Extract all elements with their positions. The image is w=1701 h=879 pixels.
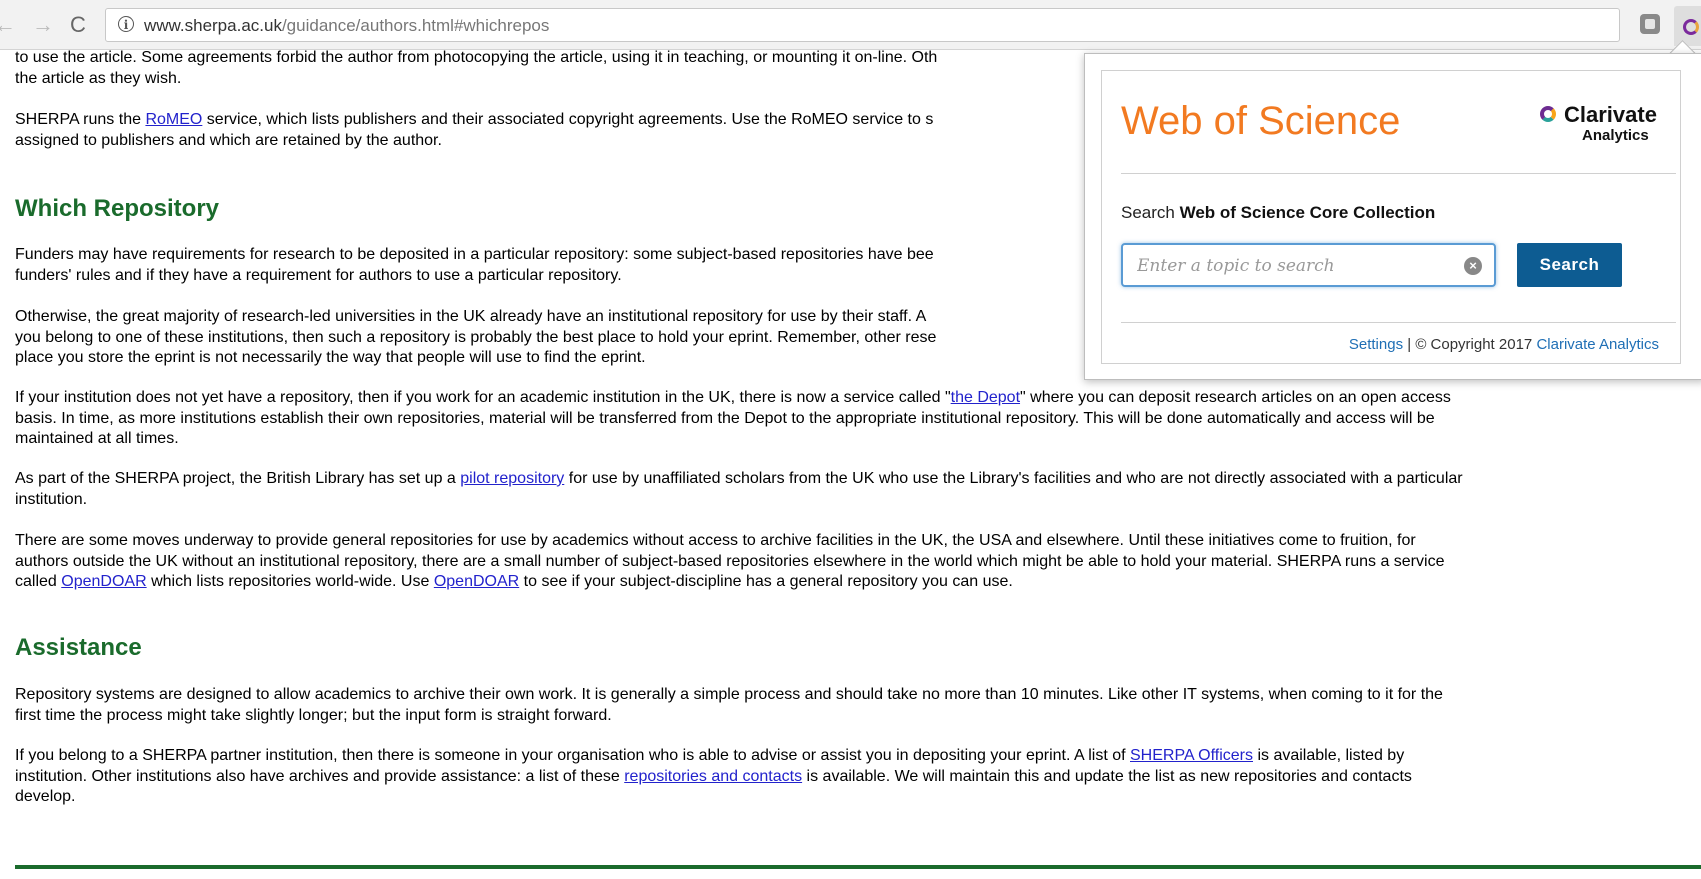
opendoar-link-2[interactable]: OpenDOAR	[434, 573, 519, 590]
intro-p2-b: service, which lists publishers and thei…	[202, 111, 934, 128]
address-bar[interactable]: i www.sherpa.ac.uk/guidance/authors.html…	[105, 8, 1620, 42]
browser-toolbar: ← → C i www.sherpa.ac.uk/guidance/author…	[0, 0, 1701, 50]
wr-p5-line3-b: which lists repositories world-wide. Use	[146, 573, 434, 590]
popup-footer: Settings | © Copyright 2017 Clarivate An…	[1349, 336, 1659, 353]
forward-arrow-icon[interactable]: →	[32, 12, 54, 38]
as-p2-line2-a: institution. Other institutions also hav…	[15, 767, 625, 785]
search-label: Search Web of Science Core Collection	[1121, 203, 1435, 223]
wr-p2-line2: you belong to one of these institutions,…	[15, 328, 937, 346]
wr-p5-line3-c: to see if your subject-discipline has a …	[519, 573, 1013, 590]
popup-divider-bottom	[1121, 322, 1676, 323]
romeo-link[interactable]: RoMEO	[145, 111, 202, 128]
reload-icon[interactable]: C	[70, 12, 86, 38]
as-p2-line3: develop.	[15, 788, 76, 805]
wr-p1-line1: Funders may have requirements for resear…	[15, 246, 934, 263]
back-arrow-icon[interactable]: ←	[0, 12, 16, 38]
web-of-science-title: Web of Science	[1121, 99, 1401, 143]
info-icon[interactable]: i	[118, 16, 134, 32]
opendoar-link-1[interactable]: OpenDOAR	[61, 573, 146, 590]
topic-search-field[interactable]: ×	[1121, 243, 1496, 287]
footer-divider	[15, 865, 1701, 869]
wr-p5-line2: authors outside the UK without an instit…	[15, 552, 1445, 570]
settings-link[interactable]: Settings	[1349, 336, 1403, 353]
wr-p5-line1: There are some moves underway to provide…	[15, 532, 1416, 549]
intro-p2-a: SHERPA runs the	[15, 111, 146, 128]
as-p2-line2-b: is available. We will maintain this and …	[802, 767, 1412, 785]
as-p1-line2: first time the process might take slight…	[15, 706, 612, 724]
clear-icon[interactable]: ×	[1464, 257, 1482, 275]
intro-p2-line2: assigned to publishers and which are ret…	[15, 131, 442, 149]
as-p1-line1: Repository systems are designed to allow…	[15, 686, 1443, 703]
wr-p3-a: If your institution does not yet have a …	[15, 389, 951, 406]
wr-p5-line3-a: called	[15, 573, 62, 590]
brand-name: Clarivate	[1564, 102, 1657, 127]
search-label-prefix: Search	[1121, 203, 1180, 222]
pilot-repository-link[interactable]: pilot repository	[460, 470, 564, 487]
footer-separator: |	[1403, 336, 1416, 353]
sherpa-officers-link[interactable]: SHERPA Officers	[1130, 747, 1253, 764]
clarivate-logo-icon	[1540, 106, 1556, 122]
wr-p3-line3: maintained at all times.	[15, 430, 179, 447]
wr-p3-line2: basis. In time, as more institutions est…	[15, 409, 1435, 427]
clarivate-logo: Clarivate Analytics	[1540, 102, 1670, 152]
the-depot-link[interactable]: the Depot	[951, 389, 1020, 406]
search-button[interactable]: Search	[1517, 243, 1622, 287]
which-repo-paragraph-3: If your institution does not yet have a …	[15, 388, 1701, 450]
as-p2-b: is available, listed by	[1253, 747, 1405, 764]
copyright-text: © Copyright 2017	[1415, 336, 1537, 353]
intro-p1-line1: to use the article. Some agreements forb…	[15, 49, 938, 66]
search-collection-name: Web of Science Core Collection	[1179, 203, 1436, 222]
intro-p1-line2: the article as they wish.	[15, 69, 182, 87]
which-repo-paragraph-4: As part of the SHERPA project, the Briti…	[15, 469, 1701, 510]
wr-p2-line1: Otherwise, the great majority of researc…	[15, 308, 927, 325]
wr-p1-line2: funders' rules and if they have a requir…	[15, 266, 622, 284]
url-text[interactable]: www.sherpa.ac.uk/guidance/authors.html#w…	[144, 16, 549, 36]
wr-p4-line2: institution.	[15, 490, 88, 508]
extension-icon[interactable]	[1640, 14, 1660, 34]
url-path: /guidance/authors.html#whichrepos	[281, 16, 550, 35]
which-repository-heading: Which Repository	[15, 195, 220, 222]
clarivate-extension-icon[interactable]	[1674, 6, 1701, 46]
assistance-paragraph-1: Repository systems are designed to allow…	[15, 685, 1701, 726]
wr-p4-a: As part of the SHERPA project, the Briti…	[15, 470, 461, 487]
wr-p2-line3: place you store the eprint is not necess…	[15, 349, 646, 366]
brand-sub: Analytics	[1582, 127, 1649, 144]
wr-p3-b: " where you can deposit research article…	[1020, 389, 1451, 406]
assistance-paragraph-2: If you belong to a SHERPA partner instit…	[15, 746, 1701, 808]
repositories-contacts-link[interactable]: repositories and contacts	[624, 768, 802, 785]
assistance-heading: Assistance	[15, 634, 142, 661]
topic-search-input[interactable]	[1135, 254, 1459, 278]
as-p2-a: If you belong to a SHERPA partner instit…	[15, 747, 1130, 764]
wr-p4-b: for use by unaffiliated scholars from th…	[564, 470, 1463, 487]
which-repo-paragraph-5: There are some moves underway to provide…	[15, 531, 1701, 593]
web-of-science-popup: Web of Science Clarivate Analytics Searc…	[1084, 53, 1701, 380]
url-host: www.sherpa.ac.uk	[144, 16, 282, 35]
popup-panel: Web of Science Clarivate Analytics Searc…	[1101, 70, 1681, 364]
popup-divider-top	[1121, 173, 1676, 174]
clarivate-analytics-link[interactable]: Clarivate Analytics	[1536, 336, 1659, 353]
